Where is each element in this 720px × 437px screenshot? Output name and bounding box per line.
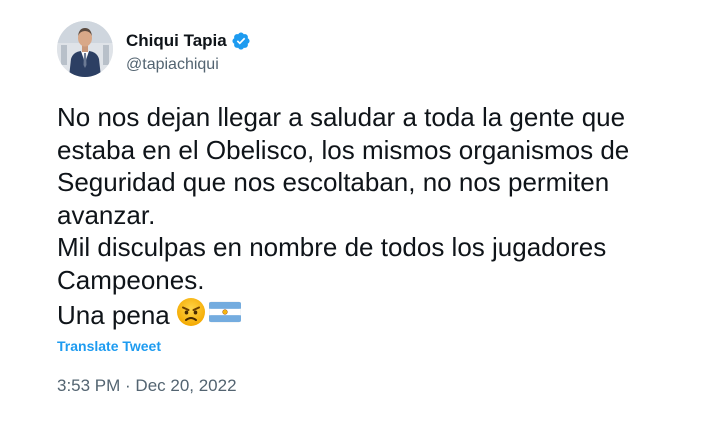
name-row: Chiqui Tapia	[126, 30, 251, 52]
angry-face-icon	[176, 297, 206, 335]
display-name[interactable]: Chiqui Tapia	[126, 30, 227, 52]
tweet-line: estaba en el Obelisco, los mismos organi…	[57, 134, 630, 165]
author-block: Chiqui Tapia @tapiachiqui	[126, 30, 251, 75]
tweet-line: No nos dejan llegar a saludar a toda la …	[57, 102, 626, 132]
tweet-line: Mil disculpas en nombre de todos los jug…	[57, 232, 607, 263]
argentina-flag-icon	[208, 299, 242, 332]
tweet-line: Seguridad que nos escoltaban, no nos per…	[57, 167, 610, 198]
timestamp[interactable]: 3:53 PM · Dec 20, 2022	[57, 375, 237, 397]
avatar[interactable]	[57, 21, 113, 77]
verified-badge-icon	[231, 31, 251, 51]
tweet-line: avanzar.	[57, 199, 156, 230]
tweet-line: Una pena	[57, 300, 170, 331]
tweet-card: Chiqui Tapia @tapiachiqui No nos dejan l…	[0, 0, 720, 437]
translate-tweet-link[interactable]: Translate Tweet	[57, 337, 161, 355]
tweet-last-line: Una pena	[57, 297, 697, 335]
handle[interactable]: @tapiachiqui	[126, 55, 251, 75]
tweet-text: No nos dejan llegar a saludar a toda la …	[57, 101, 697, 334]
tweet-line: Campeones.	[57, 264, 205, 295]
avatar-photo	[57, 21, 113, 77]
